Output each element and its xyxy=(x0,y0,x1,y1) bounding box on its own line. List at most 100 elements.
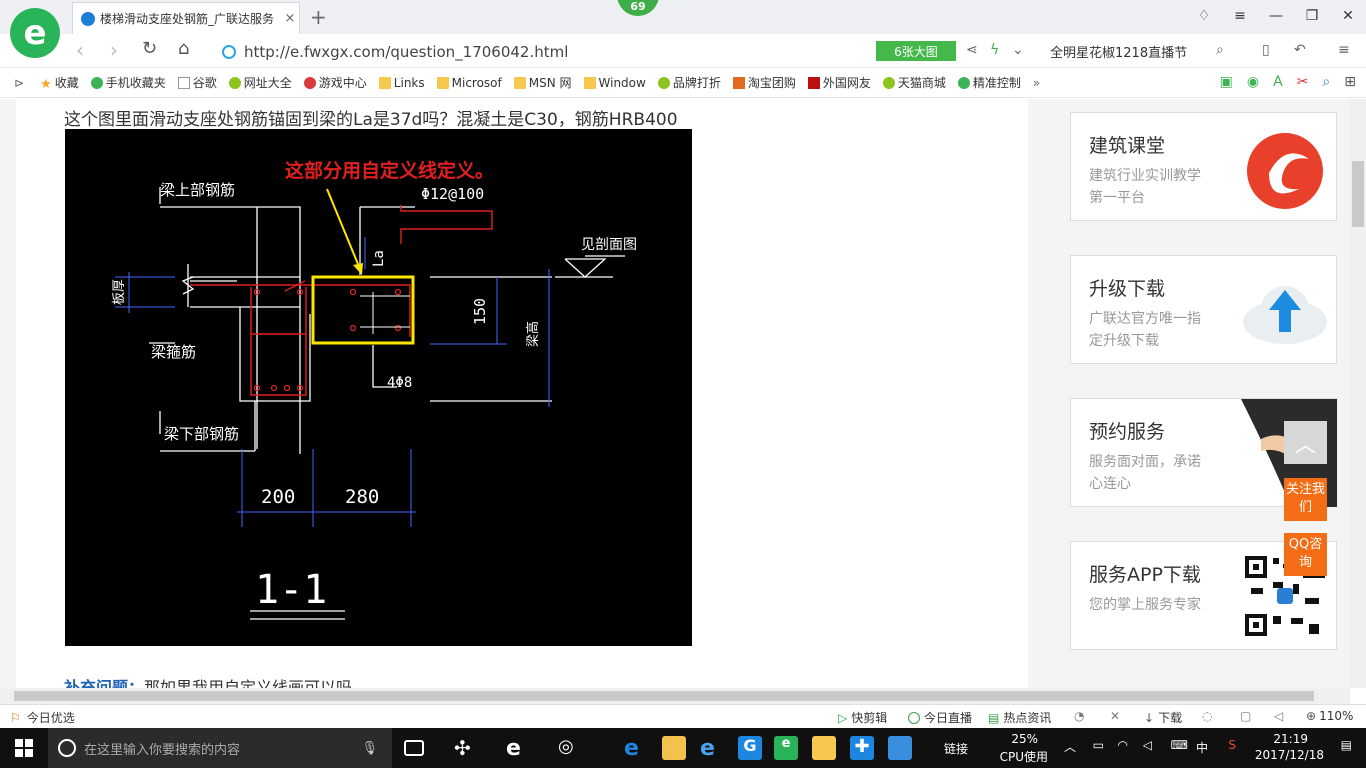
plus-app-icon[interactable]: ✚ xyxy=(850,736,874,760)
today-pick-item[interactable]: ⚐ 今日优选 xyxy=(10,709,75,726)
bookmark-item[interactable]: 品牌打折 xyxy=(657,74,721,91)
chevron-up-icon[interactable]: ︿ xyxy=(1064,738,1076,755)
bookmark-item[interactable]: Window xyxy=(583,76,646,90)
download-item[interactable]: ↓ 下载 xyxy=(1144,709,1182,726)
follow-us-button[interactable]: 关注我们 xyxy=(1284,478,1327,521)
cad-section-mark: 1-1 xyxy=(255,567,327,613)
share-icon[interactable]: ⋖ xyxy=(966,42,978,58)
hot-search-text[interactable]: 全明星花椒1218直播节 xyxy=(1050,42,1187,61)
audio-icon[interactable]: ◁ xyxy=(1274,709,1283,723)
menu-icon[interactable]: ≡ xyxy=(1338,42,1350,58)
minimize-button[interactable]: — xyxy=(1258,0,1294,32)
zoom-item[interactable]: ⊕ 110% xyxy=(1306,709,1353,723)
volume-icon[interactable]: ◁ xyxy=(1143,738,1152,752)
ime-indicator[interactable]: 中 xyxy=(1196,739,1208,756)
lightning-icon[interactable]: ϟ xyxy=(990,42,999,58)
apps-grid-icon[interactable]: ⊞ xyxy=(1344,74,1356,90)
qq-consult-button[interactable]: QQ咨询 xyxy=(1284,533,1327,576)
taskbar-search[interactable]: 在这里输入你要搜索的内容 🎙 xyxy=(48,728,392,768)
bookmark-item[interactable]: ★ 收藏 xyxy=(40,74,79,92)
clock-time[interactable]: 21:19 xyxy=(1273,732,1308,746)
refresh-icon[interactable]: ↻ xyxy=(142,38,157,59)
browser-e-icon[interactable]: e xyxy=(506,736,530,761)
card-desc: 广联达官方唯一指定升级下载 xyxy=(1089,311,1201,349)
chat-app-icon[interactable]: ◎ xyxy=(558,736,582,760)
tools-icon[interactable]: ✕ xyxy=(1110,709,1120,723)
scissors-icon[interactable]: ✂ xyxy=(1297,74,1309,90)
restore-button[interactable]: ❐ xyxy=(1294,0,1330,32)
cad-drawing[interactable]: 这部分用自定义线定义。 梁上部钢筋 梁箍筋 梁下部钢筋 板厚 Φ12@100 L… xyxy=(65,129,692,646)
card-building-class[interactable]: 建筑课堂 建筑行业实训教学第一平台 xyxy=(1070,112,1337,221)
browser-logo[interactable]: e xyxy=(10,8,60,58)
scroll-to-top-button[interactable]: ︿ xyxy=(1284,421,1327,464)
bookmark-item[interactable]: Microsof xyxy=(436,76,502,90)
window-icon[interactable]: ▢ xyxy=(1240,709,1251,723)
ie-icon[interactable]: e xyxy=(700,736,724,761)
cad-rebar xyxy=(190,205,493,396)
bookmark-item[interactable]: 淘宝团购 xyxy=(732,74,796,91)
tab-close-button[interactable]: × xyxy=(281,11,299,26)
search-icon[interactable]: ⌕ xyxy=(1216,42,1224,58)
bookmark-item[interactable]: 精准控制 xyxy=(957,74,1021,91)
book-icon[interactable]: ▣ xyxy=(1220,74,1233,90)
task-view-icon[interactable] xyxy=(404,740,424,756)
annotation-arrow xyxy=(326,188,361,270)
notification-badge[interactable]: 69 xyxy=(617,0,659,16)
clip-icon: ▷ xyxy=(838,710,848,725)
bookmark-item[interactable]: 手机收藏夹 xyxy=(90,74,166,91)
start-button[interactable] xyxy=(0,728,48,768)
vertical-scroll-thumb[interactable] xyxy=(1352,161,1364,227)
undo-icon[interactable]: ↶ xyxy=(1294,42,1306,58)
big-image-button[interactable]: 6张大图 xyxy=(876,41,956,61)
links-label[interactable]: 链接 xyxy=(944,740,968,757)
bookmark-item[interactable]: MSN 网 xyxy=(513,74,572,91)
horizontal-scrollbar[interactable] xyxy=(0,688,1350,704)
today-live-item[interactable]: 今日直播 xyxy=(908,709,972,726)
menu-icon[interactable]: ≡ xyxy=(1222,0,1258,32)
file-explorer-icon[interactable] xyxy=(662,736,686,760)
forward-icon[interactable]: › xyxy=(110,38,118,62)
speed-icon[interactable]: ◔ xyxy=(1074,709,1084,723)
cortana-icon xyxy=(58,739,76,757)
clock-date[interactable]: 2017/12/18 xyxy=(1255,748,1324,762)
close-button[interactable]: ✕ xyxy=(1330,0,1366,32)
fan-app-icon[interactable]: ✣ xyxy=(454,736,478,760)
keyboard-icon[interactable]: ⌨ xyxy=(1171,738,1188,752)
card-upgrade-download[interactable]: 升级下载 广联达官方唯一指定升级下载 xyxy=(1070,255,1337,364)
back-icon[interactable]: ‹ xyxy=(76,38,84,62)
timer-icon[interactable]: ◌ xyxy=(1202,709,1212,723)
home-icon[interactable]: ⌂ xyxy=(178,38,189,59)
bookmark-item[interactable]: 游戏中心 xyxy=(303,74,367,91)
tab-active[interactable]: 楼梯滑动支座处钢筋_广联达服务 × xyxy=(72,2,300,34)
microphone-icon[interactable]: 🎙 xyxy=(361,741,378,756)
bookmark-item[interactable]: Links xyxy=(378,75,425,90)
magnifier-icon[interactable]: ⌕ xyxy=(1322,74,1330,90)
bookmark-item[interactable]: 谷歌 xyxy=(177,74,217,91)
chevron-down-icon[interactable]: ⌄ xyxy=(1012,42,1024,58)
shield-icon[interactable]: ◉ xyxy=(1247,74,1259,90)
translate-icon[interactable]: A xyxy=(1273,74,1283,90)
active-browser-icon[interactable]: e xyxy=(774,736,798,760)
calendar-app-icon[interactable] xyxy=(888,736,912,760)
quick-clip-item[interactable]: ▷ 快剪辑 xyxy=(838,709,887,726)
action-center-icon[interactable]: ▤ xyxy=(1341,738,1352,752)
edge-icon[interactable]: e xyxy=(624,736,648,761)
new-tab-button[interactable]: + xyxy=(310,5,327,29)
sidebar-toggle-icon[interactable]: ⊳ xyxy=(14,76,24,90)
bookmark-item[interactable]: 外国网友 xyxy=(807,74,871,91)
horizontal-scroll-thumb[interactable] xyxy=(14,691,1314,701)
bookmark-item[interactable]: 天猫商城 xyxy=(882,74,946,91)
battery-icon[interactable]: ▭ xyxy=(1093,738,1104,752)
notes-app-icon[interactable] xyxy=(812,736,836,760)
sogou-icon[interactable]: S xyxy=(1228,738,1236,752)
hot-news-item[interactable]: ▤ 热点资讯 xyxy=(988,709,1051,726)
url-field[interactable]: http://e.fwxgx.com/question_1706042.html xyxy=(222,40,872,64)
more-bookmarks-icon[interactable]: » xyxy=(1033,76,1040,90)
skin-icon[interactable]: ♢ xyxy=(1186,0,1222,32)
wifi-icon[interactable]: ◠ xyxy=(1118,738,1128,752)
bookmark-item[interactable]: 网址大全 xyxy=(228,74,292,91)
vertical-scrollbar[interactable] xyxy=(1350,99,1366,688)
bookmark-label: Links xyxy=(393,75,425,90)
glodon-app-icon[interactable]: G xyxy=(738,736,762,760)
phone-icon[interactable]: ▯ xyxy=(1262,42,1270,58)
